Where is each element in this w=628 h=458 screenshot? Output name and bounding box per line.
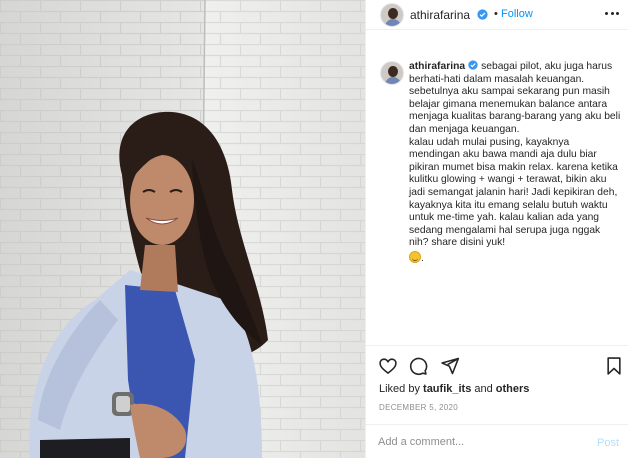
post-image[interactable] [0, 0, 365, 458]
comment-input[interactable] [378, 432, 588, 452]
liked-by-user-link[interactable]: taufik_its [423, 383, 471, 395]
caption-username[interactable]: athirafarina [409, 61, 465, 72]
divider [366, 345, 628, 346]
post-header: athirafarina • Follow [366, 0, 628, 30]
post-details-panel: athirafarina • Follow athirafarina sebaga… [365, 0, 628, 458]
header-separator: • [494, 8, 498, 20]
caption-area: athirafarina sebagai pilot, aku juga haru… [366, 58, 628, 348]
likes-prefix: Liked by [379, 383, 424, 395]
likes-summary: Liked by taufik_its and others [379, 383, 529, 395]
author-username[interactable]: athirafarina [410, 8, 470, 22]
caption-end: . [421, 252, 424, 264]
smile-emoji-icon [409, 250, 421, 263]
post-photo-illustration [0, 0, 365, 458]
caption-text: sebagai pilot, aku juga harus berhati-ha… [409, 61, 621, 249]
comment-icon[interactable] [408, 356, 428, 376]
divider [366, 424, 628, 425]
bookmark-icon[interactable] [604, 356, 624, 376]
author-avatar[interactable] [380, 3, 404, 27]
likes-mid: and [471, 383, 496, 395]
more-options-icon[interactable] [605, 12, 619, 16]
heart-icon[interactable] [378, 356, 398, 376]
post-comment-button[interactable]: Post [597, 437, 619, 449]
verified-badge-icon [477, 9, 488, 20]
follow-button[interactable]: Follow [501, 8, 533, 20]
caption-author-avatar[interactable] [380, 61, 404, 85]
post-date[interactable]: DECEMBER 5, 2020 [379, 403, 458, 412]
caption-verified-badge-icon [468, 60, 478, 70]
post-caption: athirafarina sebagai pilot, aku juga haru… [409, 60, 621, 266]
likes-others-link[interactable]: others [496, 383, 530, 395]
share-icon[interactable] [440, 356, 460, 376]
action-bar [378, 356, 623, 378]
